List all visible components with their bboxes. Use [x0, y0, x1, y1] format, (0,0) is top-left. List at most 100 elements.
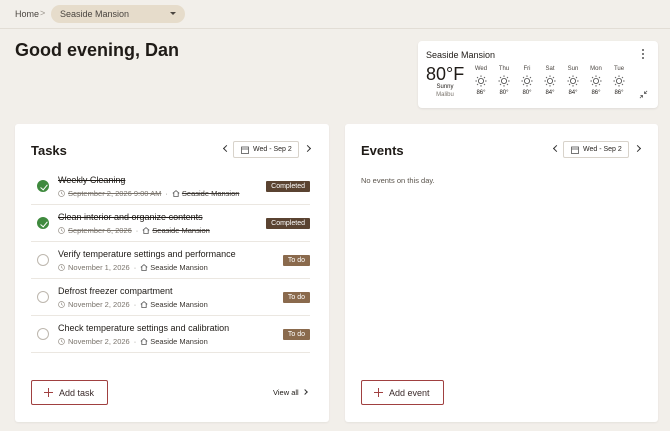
forecast-day-temp: 84° [568, 90, 578, 96]
weather-city: Malibu [436, 92, 454, 98]
collapse-icon[interactable] [639, 90, 648, 99]
next-day-icon[interactable] [633, 144, 642, 153]
forecast-day: Fri 80° [516, 66, 538, 96]
task-row[interactable]: Defrost freezer compartment November 2, 2… [31, 279, 310, 316]
forecast-day: Sat 84° [539, 66, 561, 96]
calendar-icon [241, 146, 249, 154]
forecast-day-temp: 86° [591, 90, 601, 96]
task-title: Weekly Cleaning [58, 175, 126, 185]
forecast-day-temp: 86° [614, 90, 624, 96]
task-row[interactable]: Check temperature settings and calibrati… [31, 316, 310, 353]
view-all-link[interactable]: View all [273, 388, 308, 397]
events-card: Events Wed - Sep 2 No events on this day… [345, 124, 658, 422]
tasks-title: Tasks [31, 143, 67, 158]
sun-icon [498, 75, 510, 87]
status-badge: To do [282, 329, 310, 340]
forecast-day-name: Mon [590, 66, 602, 72]
prev-day-icon[interactable] [222, 144, 231, 153]
weather-location: Seaside Mansion [426, 50, 496, 60]
prev-day-icon[interactable] [552, 144, 561, 153]
no-events-message: No events on this day. [361, 176, 435, 185]
tasks-date-label: Wed - Sep 2 [253, 146, 292, 153]
chevron-down-icon [170, 12, 176, 15]
forecast-day-name: Sat [545, 66, 555, 72]
clock-icon [58, 301, 65, 308]
task-date: November 2, 2026 [68, 300, 130, 309]
plus-icon [374, 388, 383, 397]
breadcrumb-home-link[interactable]: Home [15, 9, 39, 19]
status-badge: Completed [266, 181, 310, 192]
next-day-icon[interactable] [303, 144, 312, 153]
task-location: Seaside Mansion [150, 300, 208, 309]
sun-icon [521, 75, 533, 87]
events-title: Events [361, 143, 404, 158]
top-bar: Home > Seaside Mansion [0, 0, 670, 29]
sun-icon [567, 75, 579, 87]
chevron-right-icon [301, 389, 308, 395]
forecast-day-name: Fri [523, 66, 531, 72]
task-row[interactable]: Verify temperature settings and performa… [31, 242, 310, 279]
forecast-day-name: Tue [613, 66, 625, 72]
task-checkbox[interactable] [37, 217, 49, 229]
more-options-icon[interactable] [642, 49, 645, 60]
events-date-picker[interactable]: Wed - Sep 2 [563, 141, 629, 158]
task-title: Defrost freezer compartment [58, 286, 173, 296]
task-meta: November 2, 2026 · Seaside Mansion [58, 337, 243, 346]
forecast-day-temp: 80° [522, 90, 532, 96]
add-task-label: Add task [59, 388, 95, 398]
plus-icon [44, 388, 53, 397]
house-icon [142, 227, 150, 234]
weather-condition: Sunny [436, 84, 454, 90]
events-date-label: Wed - Sep 2 [583, 146, 622, 153]
house-icon [140, 264, 148, 271]
clock-icon [58, 338, 65, 345]
calendar-icon [571, 146, 579, 154]
task-meta: September 6, 2026 · Seaside Mansion [58, 226, 243, 235]
breadcrumb-separator: > [40, 8, 46, 18]
forecast-day-temp: 80° [499, 90, 509, 96]
task-checkbox[interactable] [37, 180, 49, 192]
view-all-label: View all [273, 388, 299, 397]
house-icon [140, 338, 148, 345]
task-date: September 2, 2026 9:00 AM [68, 189, 162, 198]
task-title: Clean interior and organize contents [58, 212, 203, 222]
status-badge: To do [282, 292, 310, 303]
task-meta: September 2, 2026 9:00 AM · Seaside Mansio… [58, 189, 243, 198]
task-row[interactable]: Weekly Cleaning September 2, 2026 9:00 AM… [31, 168, 310, 205]
weather-current-temp: 80°F [426, 64, 465, 84]
sun-icon [475, 75, 487, 87]
house-icon [140, 301, 148, 308]
task-row[interactable]: Clean interior and organize contents Sept… [31, 205, 310, 242]
task-date: November 2, 2026 [68, 337, 130, 346]
task-date: September 6, 2026 [68, 226, 132, 235]
sun-icon [613, 75, 625, 87]
add-event-button[interactable]: Add event [361, 380, 444, 405]
status-badge: Completed [266, 218, 310, 229]
task-location: Seaside Mansion [181, 189, 240, 198]
forecast-day-name: Wed [474, 66, 488, 72]
task-meta: November 2, 2026 · Seaside Mansion [58, 300, 243, 309]
tasks-date-picker[interactable]: Wed - Sep 2 [233, 141, 299, 158]
tasks-date-nav: Wed - Sep 2 [221, 141, 314, 158]
task-location: Seaside Mansion [150, 337, 208, 346]
task-title: Verify temperature settings and performa… [58, 249, 236, 259]
task-checkbox[interactable] [37, 328, 49, 340]
status-badge: To do [282, 255, 310, 266]
page-greeting: Good evening, Dan [15, 40, 180, 60]
property-select-value: Seaside Mansion [60, 9, 130, 19]
task-checkbox[interactable] [37, 254, 49, 266]
clock-icon [58, 190, 65, 197]
task-checkbox[interactable] [37, 291, 49, 303]
property-select[interactable]: Seaside Mansion [51, 5, 185, 23]
add-task-button[interactable]: Add task [31, 380, 109, 405]
forecast-day: Thu 80° [493, 66, 515, 96]
forecast-day-name: Sun [567, 66, 579, 72]
task-location: Seaside Mansion [152, 226, 210, 235]
clock-icon [58, 227, 65, 234]
sun-icon [544, 75, 556, 87]
forecast-day-temp: 84° [545, 90, 555, 96]
task-date: November 1, 2026 [68, 263, 130, 272]
forecast-day: Sun 84° [562, 66, 584, 96]
clock-icon [58, 264, 65, 271]
forecast-day: Tue 86° [608, 66, 630, 96]
